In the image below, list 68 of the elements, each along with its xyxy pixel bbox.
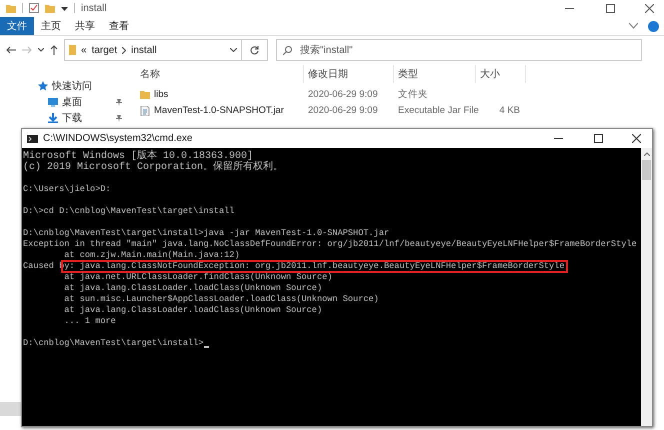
file-icon bbox=[140, 106, 150, 116]
window-title: C:\WINDOWS\system32\cmd.exe bbox=[43, 132, 192, 146]
chevron-down-icon[interactable] bbox=[629, 23, 638, 29]
refresh-icon bbox=[250, 46, 259, 54]
table-cell-text: 2020-06-29 9:09 bbox=[307, 88, 379, 102]
table-cell-text: Executable Jar File bbox=[397, 104, 480, 118]
console-line: at java.lang.ClassLoader.loadClass(Unknown Source) bbox=[63, 283, 322, 294]
column-header[interactable]: 修改日期 bbox=[304, 65, 394, 83]
console-line: D:\cnblog\MavenTest\target\install>java -jar MavenTest-1.0-SNAPSHOT.jar bbox=[23, 228, 390, 239]
console-line: at com.zjw.Main.main(Main.java:12) bbox=[63, 250, 240, 261]
caret-icon[interactable] bbox=[61, 5, 68, 11]
ribbon-tab[interactable]: 主页 bbox=[34, 17, 68, 35]
column-header[interactable]: 大小 bbox=[476, 65, 526, 83]
console-line: C:\Users\jielo>D: bbox=[23, 184, 111, 195]
close-icon[interactable] bbox=[632, 134, 641, 143]
ribbon-tab[interactable]: 共享 bbox=[68, 17, 102, 35]
table-cell-text: 4 KB bbox=[498, 104, 521, 118]
pin-icon[interactable] bbox=[116, 98, 122, 106]
sidebar-item[interactable]: 下载 bbox=[62, 110, 112, 126]
folder-icon bbox=[6, 3, 16, 13]
close-icon[interactable] bbox=[645, 4, 654, 12]
scrollbar[interactable] bbox=[641, 148, 652, 426]
folder-icon bbox=[69, 45, 76, 55]
column-header[interactable]: 类型 bbox=[394, 65, 476, 83]
console-line: at java.net.URLClassLoader.findClass(Unknown Source) bbox=[63, 272, 332, 283]
chevron-down-icon[interactable] bbox=[230, 48, 237, 52]
console-line: Exception in thread "main" java.lang.NoClassDefFoundError: org/jb2011/lnf/beautyeye/BeautyEyeLNFHelper$FrameBorderStyle bbox=[23, 239, 637, 250]
help-icon[interactable] bbox=[648, 20, 659, 32]
folder-icon bbox=[140, 90, 150, 100]
table-cell-text: 文件夹 bbox=[397, 88, 429, 102]
console-line: at java.lang.ClassLoader.loadClass(Unknown Source) bbox=[63, 305, 322, 316]
breadcrumb-item[interactable]: « bbox=[81, 42, 87, 58]
maximize-icon[interactable] bbox=[594, 134, 603, 143]
column-header[interactable]: 名称 bbox=[128, 65, 304, 83]
sidebar-item[interactable]: 桌面 bbox=[62, 94, 112, 110]
sidebar-item[interactable]: 快速访问 bbox=[52, 78, 128, 94]
up-arrow-icon[interactable] bbox=[50, 45, 58, 55]
terminal-icon bbox=[27, 134, 38, 142]
checkmark-icon[interactable] bbox=[29, 3, 39, 13]
download-icon bbox=[48, 113, 58, 123]
window-title: install bbox=[81, 2, 107, 16]
scroll-thumb[interactable] bbox=[642, 160, 651, 180]
pin-icon[interactable] bbox=[116, 114, 122, 122]
console-line: (c) 2019 Microsoft Corporation。保留所有权利。 bbox=[23, 162, 284, 173]
console-line: ... 1 more bbox=[63, 316, 116, 327]
search-icon bbox=[283, 46, 292, 54]
file-name[interactable]: libs bbox=[154, 88, 168, 102]
chevron-down-icon[interactable] bbox=[38, 48, 44, 52]
breadcrumb-item[interactable]: target bbox=[92, 42, 118, 58]
search-field[interactable]: 搜索"install" bbox=[276, 39, 642, 61]
ribbon-tab[interactable]: 文件 bbox=[0, 17, 34, 35]
back-arrow-icon[interactable] bbox=[6, 46, 16, 54]
maximize-icon[interactable] bbox=[606, 4, 615, 12]
scroll-up-icon[interactable] bbox=[644, 152, 650, 156]
search-input[interactable]: 搜索"install" bbox=[300, 42, 635, 58]
console-line: D:\cnblog\MavenTest\target\install> bbox=[23, 338, 204, 349]
address-bar[interactable]: « target install bbox=[64, 39, 242, 61]
console-line: Microsoft Windows [版本 10.0.18363.900] bbox=[23, 151, 254, 162]
desktop-icon bbox=[48, 97, 58, 107]
star-icon bbox=[38, 81, 48, 91]
file-name[interactable]: MavenTest-1.0-SNAPSHOT.jar bbox=[154, 104, 284, 118]
console-line: D:\>cd D:\cnblog\MavenTest\target\install bbox=[23, 206, 234, 217]
ribbon-tab[interactable]: 查看 bbox=[102, 17, 136, 35]
table-cell-text: 2020-06-29 9:09 bbox=[307, 104, 379, 118]
breadcrumb-item[interactable]: install bbox=[131, 42, 157, 58]
refresh-button[interactable] bbox=[242, 39, 268, 61]
chevron-right-icon bbox=[122, 46, 126, 54]
console-line: at sun.misc.Launcher$AppClassLoader.loadClass(Unknown Source) bbox=[63, 294, 379, 305]
